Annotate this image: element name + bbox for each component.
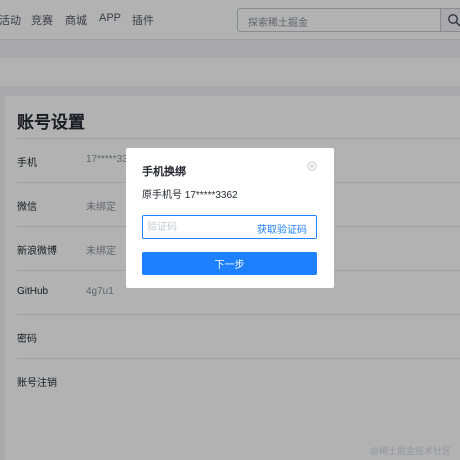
dialog-title: 手机换绑	[142, 166, 186, 178]
original-phone-text: 原手机号 17*****3362	[142, 190, 238, 201]
next-step-button[interactable]: 下一步	[142, 252, 317, 275]
phone-rebind-dialog: 手机换绑 原手机号 17*****3362 获取验证码 下一步	[126, 148, 334, 288]
verification-code-field: 获取验证码	[142, 215, 317, 239]
close-icon[interactable]	[307, 161, 317, 171]
verification-code-input[interactable]	[147, 218, 251, 236]
get-code-link[interactable]: 获取验证码	[257, 221, 307, 236]
